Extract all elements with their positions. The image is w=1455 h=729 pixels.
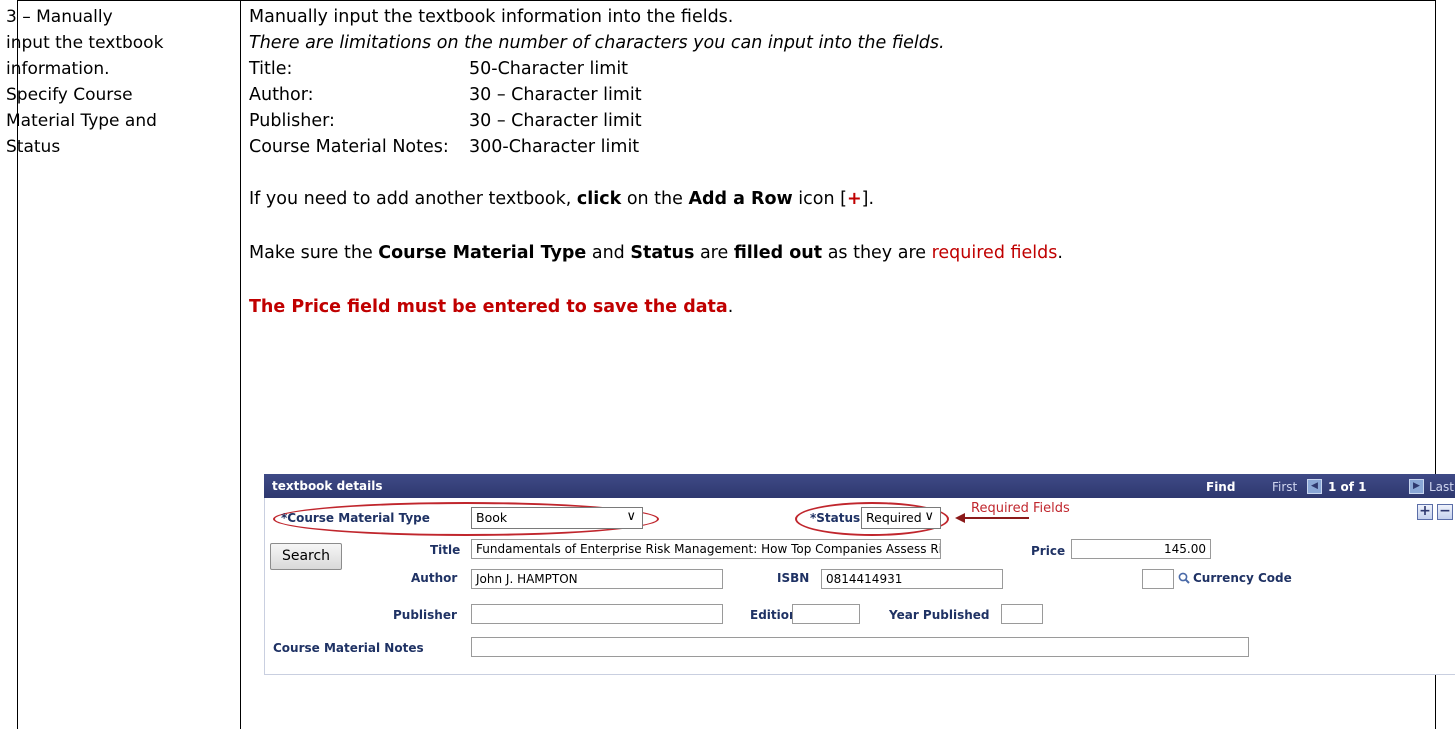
- course-material-notes-input[interactable]: [471, 637, 1249, 657]
- course-material-type-label: *Course Material Type: [281, 511, 430, 525]
- step-line: Status: [6, 137, 61, 157]
- publisher-label: Publisher: [393, 608, 457, 622]
- required-instruction: Make sure the Course Material Type and S…: [249, 243, 1063, 263]
- add-row-button[interactable]: +: [1417, 504, 1433, 520]
- publisher-input[interactable]: [471, 604, 723, 624]
- price-label: Price: [1031, 544, 1066, 558]
- column-divider: [240, 0, 241, 729]
- course-material-notes-label: Course Material Notes: [273, 641, 424, 655]
- delete-row-button[interactable]: −: [1437, 504, 1453, 520]
- limit-label: Title:: [249, 59, 293, 79]
- limit-value: 50-Character limit: [469, 59, 629, 79]
- limit-row-title: Title: 50-Character limit: [249, 56, 1409, 82]
- instructions-cell: Manually input the textbook information …: [249, 4, 1409, 320]
- price-note: The Price field must be entered to save …: [249, 297, 734, 317]
- currency-code-label: Currency Code: [1193, 571, 1292, 585]
- year-published-label: Year Published: [889, 608, 990, 622]
- add-row-instruction: If you need to add another textbook, cli…: [249, 189, 875, 209]
- plus-symbol: +: [846, 189, 862, 209]
- chevron-down-icon: ∨: [924, 509, 934, 524]
- limit-label: Publisher:: [249, 111, 335, 131]
- previous-icon[interactable]: ◀: [1307, 479, 1322, 494]
- limitation-note: There are limitations on the number of c…: [249, 33, 945, 53]
- course-material-type-select[interactable]: Book ∨: [471, 507, 643, 529]
- arrow-line: [963, 517, 1029, 519]
- status-label: *Status: [810, 511, 861, 525]
- section-title: textbook details: [272, 479, 383, 493]
- edition-input[interactable]: [792, 604, 860, 624]
- chevron-down-icon: ∨: [626, 509, 636, 524]
- step-line: 3 – Manually: [6, 7, 113, 27]
- status-select[interactable]: Required ∨: [861, 507, 941, 529]
- step-line: input the textbook: [6, 33, 164, 53]
- required-fields-annotation: Required Fields: [971, 501, 1070, 516]
- limit-label: Author:: [249, 85, 314, 105]
- edition-label: Edition: [750, 608, 798, 622]
- isbn-input[interactable]: 0814414931: [821, 569, 1003, 589]
- limit-value: 30 – Character limit: [469, 85, 642, 105]
- author-input[interactable]: John J. HAMPTON: [471, 569, 723, 589]
- textbook-details-body: *Course Material Type Book ∨ *Status Req…: [264, 498, 1455, 675]
- search-button[interactable]: Search: [270, 543, 342, 570]
- textbook-details-screenshot: textbook details Find First ◀ 1 of 1 ▶ L…: [264, 474, 1455, 699]
- last-link[interactable]: Last: [1429, 480, 1454, 494]
- limit-row-author: Author: 30 – Character limit: [249, 82, 1409, 108]
- limit-row-notes: Course Material Notes: 300-Character lim…: [249, 134, 1409, 160]
- first-link[interactable]: First: [1272, 480, 1297, 494]
- intro-text: Manually input the textbook information …: [249, 7, 734, 27]
- step-line: Material Type and: [6, 111, 157, 131]
- title-label: Title: [430, 543, 461, 557]
- step-description-cell: 3 – Manually input the textbook informat…: [6, 4, 236, 160]
- limit-value: 30 – Character limit: [469, 111, 642, 131]
- row-count: 1 of 1: [1328, 480, 1367, 494]
- step-line: information.: [6, 59, 110, 79]
- next-icon[interactable]: ▶: [1409, 479, 1424, 494]
- find-link[interactable]: Find: [1206, 480, 1235, 494]
- lookup-magnifier-icon[interactable]: [1178, 572, 1190, 584]
- currency-code-input[interactable]: [1142, 569, 1174, 589]
- title-input[interactable]: Fundamentals of Enterprise Risk Manageme…: [471, 539, 941, 559]
- limit-label: Course Material Notes:: [249, 137, 449, 157]
- step-line: Specify Course: [6, 85, 133, 105]
- author-label: Author: [411, 571, 458, 585]
- isbn-label: ISBN: [777, 571, 810, 585]
- year-published-input[interactable]: [1001, 604, 1043, 624]
- limit-value: 300-Character limit: [469, 137, 640, 157]
- limit-row-publisher: Publisher: 30 – Character limit: [249, 108, 1409, 134]
- price-input[interactable]: 145.00: [1071, 539, 1211, 559]
- textbook-details-header: textbook details Find First ◀ 1 of 1 ▶ L…: [264, 474, 1455, 498]
